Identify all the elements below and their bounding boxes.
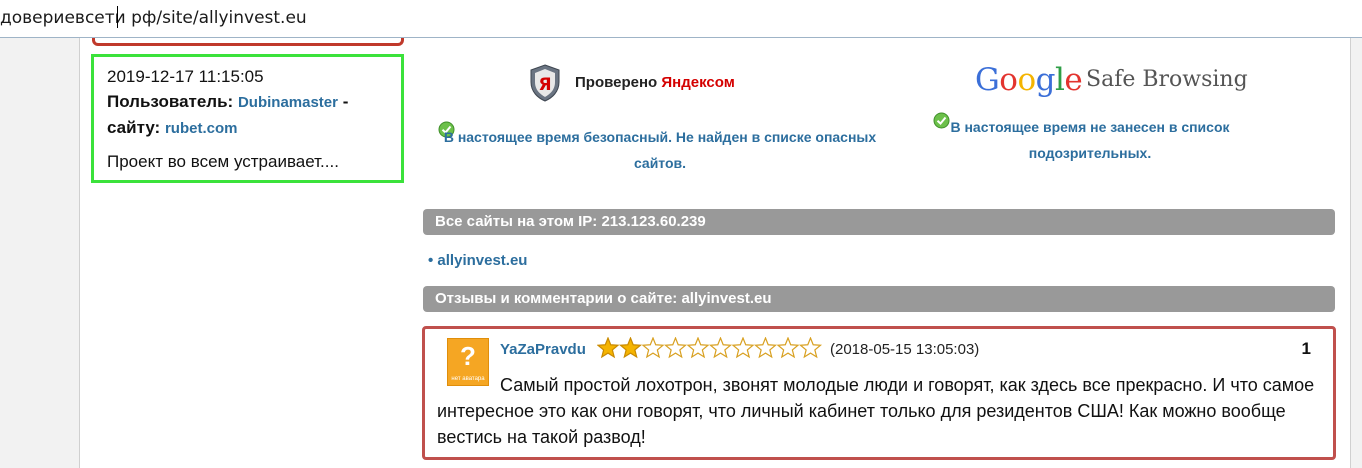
- yandex-check-block: Я Проверено Яндексом В настоящее время б…: [430, 62, 890, 172]
- yandex-title: Проверено Яндексом: [575, 74, 735, 91]
- google-logo-letter: l: [1054, 62, 1065, 98]
- yandex-status-text: В настоящее время безопасный. Не найден …: [443, 129, 877, 171]
- yandex-title-brand: Яндексом: [661, 74, 735, 91]
- user-label: Пользователь:: [107, 92, 234, 111]
- site-label: сайту:: [107, 118, 161, 137]
- svg-text:Я: Я: [538, 75, 551, 95]
- review-text-content: Самый простой лохотрон, звонят молодые л…: [437, 375, 1315, 447]
- separator: -: [337, 92, 349, 111]
- star-empty-icon[interactable]: [663, 337, 688, 359]
- comment-site-line: сайту: rubet.com: [107, 118, 237, 138]
- google-logo-letter: g: [1035, 62, 1056, 98]
- reviews-section-header: Отзывы и комментарии о сайте: allyinvest…: [423, 286, 1335, 312]
- google-logo: Google: [975, 62, 1083, 98]
- google-logo-letter: G: [975, 62, 1000, 98]
- latest-comment-box: 2019-12-17 11:15:05 Пользователь: Dubina…: [91, 54, 404, 183]
- address-bar-url[interactable]: довериевсети рф/site/allyinvest.eu: [0, 8, 307, 28]
- comment-datetime: 2019-12-17 11:15:05: [107, 67, 264, 86]
- comment-user-line: Пользователь: Dubinamaster -: [107, 92, 348, 112]
- comment-site-link[interactable]: rubet.com: [165, 120, 238, 137]
- star-empty-icon[interactable]: [708, 337, 733, 359]
- address-bar[interactable]: довериевсети рф/site/allyinvest.eu: [0, 0, 1362, 38]
- google-logo-letter: o: [1017, 62, 1036, 98]
- review-text: Самый простой лохотрон, звонят молодые л…: [437, 372, 1317, 450]
- star-filled-icon[interactable]: [597, 337, 620, 359]
- star-empty-icon[interactable]: [753, 337, 778, 359]
- google-logo-letter: o: [999, 62, 1018, 98]
- ip-site-link[interactable]: • allyinvest.eu: [428, 252, 527, 269]
- star-empty-icon[interactable]: [776, 337, 800, 359]
- star-empty-icon[interactable]: [641, 337, 665, 359]
- safe-browsing-label: Safe Browsing: [1086, 67, 1248, 92]
- star-empty-icon[interactable]: [798, 337, 823, 359]
- google-logo-letter: e: [1064, 62, 1083, 98]
- review-number: 1: [1301, 339, 1311, 358]
- yandex-title-prefix: Проверено: [575, 74, 662, 91]
- question-mark-icon: ?: [460, 341, 476, 371]
- rating-stars[interactable]: [597, 337, 825, 359]
- comment-text: Проект во всем устраивает....: [107, 152, 339, 171]
- google-safe-browsing-block: Google Safe Browsing В настоящее время н…: [900, 62, 1280, 172]
- comment-user-link[interactable]: Dubinamaster: [238, 94, 338, 111]
- star-filled-icon[interactable]: [618, 337, 643, 359]
- review-date: (2018-05-15 13:05:03): [830, 341, 980, 358]
- star-empty-icon[interactable]: [686, 337, 710, 359]
- star-empty-icon[interactable]: [731, 337, 755, 359]
- text-caret: [117, 6, 118, 28]
- review-author-link[interactable]: YaZaPravdu: [500, 341, 586, 358]
- previous-comment-border: [92, 38, 404, 46]
- ip-section-header: Все сайты на этом IP: 213.123.60.239: [423, 209, 1335, 235]
- yandex-shield-icon: Я: [530, 64, 560, 102]
- review-card: ? нет аватара YaZaPravdu (2018-05-15 13:…: [422, 326, 1336, 460]
- google-status-text: В настоящее время не занесен в список по…: [950, 119, 1230, 161]
